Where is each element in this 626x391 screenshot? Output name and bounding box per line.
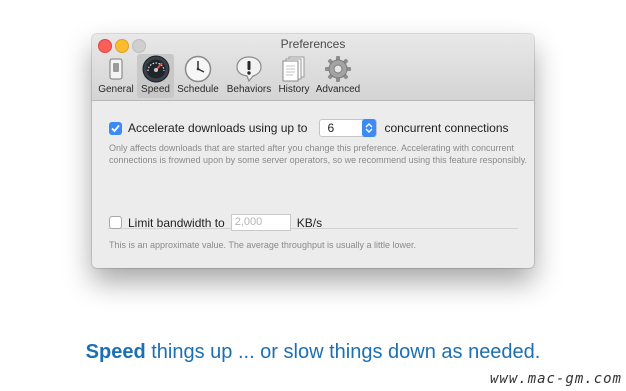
- toolbar-label: Speed: [141, 84, 170, 95]
- toolbar-item-behaviors[interactable]: Behaviors: [224, 54, 274, 98]
- connections-popup[interactable]: 6: [319, 119, 378, 137]
- bandwidth-input[interactable]: 2,000: [230, 214, 291, 231]
- tagline-bold: Speed: [85, 341, 146, 363]
- toolbar-item-history[interactable]: History: [276, 54, 312, 98]
- speedometer-icon: [141, 55, 171, 83]
- toolbar-label: General: [98, 84, 134, 95]
- toolbar-label: Behaviors: [226, 84, 272, 95]
- checkmark-icon: [111, 124, 120, 132]
- toolbar-label: Schedule: [177, 84, 219, 95]
- accelerate-checkbox[interactable]: [109, 121, 122, 135]
- up-down-arrows-icon: [362, 119, 377, 137]
- limit-bandwidth-checkbox[interactable]: [109, 216, 122, 229]
- gear-icon: [323, 55, 353, 83]
- connections-value: 6: [327, 121, 335, 135]
- accelerate-label: Accelerate downloads using up to: [128, 121, 308, 135]
- documents-icon: [279, 55, 309, 83]
- tagline: Speed things up ... or slow things down …: [0, 341, 626, 364]
- preferences-window: Preferences General Speed Schedule Behav…: [92, 34, 534, 268]
- limit-help-text: This is an approximate value. The averag…: [109, 240, 417, 250]
- toolbar-label: Advanced: [315, 84, 361, 95]
- toolbar-item-advanced[interactable]: Advanced: [314, 54, 362, 98]
- switch-icon: [101, 55, 131, 83]
- limit-bandwidth-label: Limit bandwidth to: [128, 215, 225, 230]
- accelerate-help-text: Only affects downloads that are started …: [109, 143, 528, 165]
- toolbar-item-general[interactable]: General: [96, 54, 136, 98]
- watermark: www.mac-gm.com: [489, 371, 622, 387]
- tagline-rest: things up ... or slow things down as nee…: [145, 341, 541, 363]
- toolbar-item-speed[interactable]: Speed: [137, 54, 174, 98]
- clock-icon: [183, 55, 213, 83]
- speed-pane: Accelerate downloads using up to 6 concu…: [92, 101, 534, 268]
- toolbar-item-schedule[interactable]: Schedule: [176, 54, 220, 98]
- alert-icon: [234, 55, 264, 83]
- bandwidth-unit: KB/s: [296, 215, 323, 230]
- window-title: Preferences: [280, 37, 346, 51]
- limit-row: Limit bandwidth to 2,000 KB/s: [109, 214, 322, 231]
- toolbar-label: History: [278, 84, 310, 95]
- titlebar: Preferences General Speed Schedule Behav…: [92, 34, 534, 101]
- accelerate-row: Accelerate downloads using up to 6 concu…: [109, 119, 509, 137]
- concurrent-connections-label: concurrent connections: [384, 121, 509, 135]
